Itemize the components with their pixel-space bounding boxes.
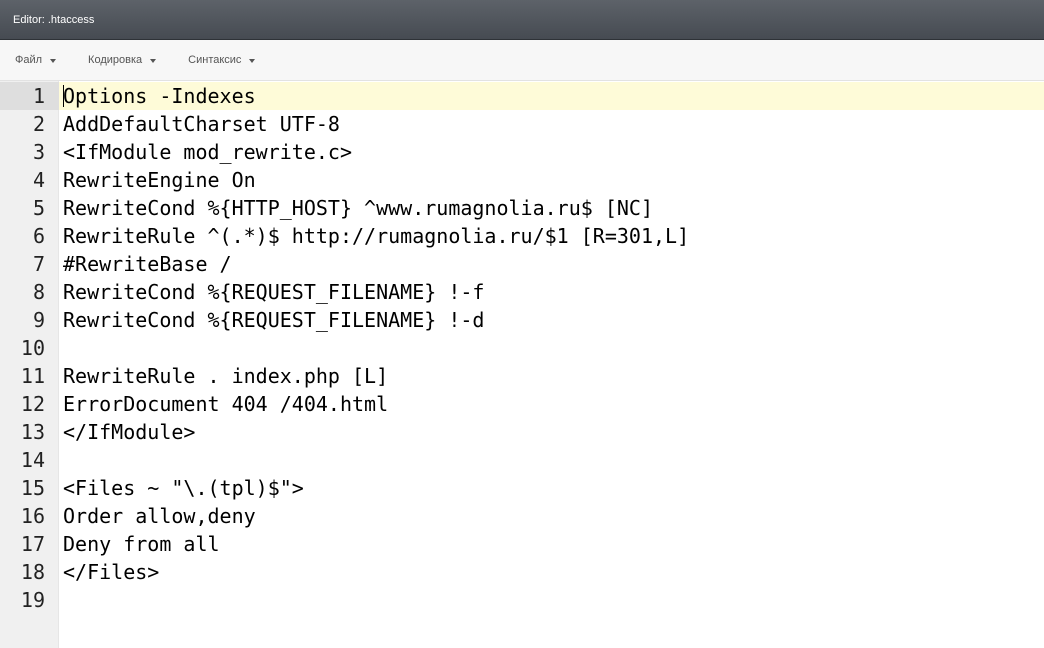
menu-encoding[interactable]: Кодировка xyxy=(88,54,157,66)
line-number: 11 xyxy=(20,364,45,388)
line-number: 19 xyxy=(20,588,45,612)
code-line[interactable]: 8 RewriteCond %{REQUEST_FILENAME} !-f xyxy=(0,278,1044,306)
line-content[interactable]: #RewriteBase / xyxy=(59,250,1044,278)
line-number: 9 xyxy=(32,308,45,332)
line-number: 5 xyxy=(32,196,45,220)
code-line[interactable]: 11 RewriteRule . index.php [L] xyxy=(0,362,1044,390)
line-text: </Files> xyxy=(63,560,160,584)
code-line[interactable]: 10 xyxy=(0,334,1044,362)
line-content[interactable]: RewriteCond %{REQUEST_FILENAME} !-f xyxy=(59,278,1044,306)
line-number: 18 xyxy=(20,560,45,584)
line-text: Order allow,deny xyxy=(63,504,256,528)
line-content[interactable]: </IfModule> xyxy=(59,418,1044,446)
line-number: 4 xyxy=(32,168,45,192)
code-line[interactable]: 9 RewriteCond %{REQUEST_FILENAME} !-d xyxy=(0,306,1044,334)
line-text: #RewriteBase / xyxy=(63,252,232,276)
menu-syntax[interactable]: Синтаксис xyxy=(188,54,256,66)
code-line[interactable]: 1 Options -Indexes xyxy=(0,82,1044,110)
line-content[interactable] xyxy=(59,334,1044,362)
text-cursor xyxy=(63,85,64,107)
code-line[interactable]: 7 #RewriteBase / xyxy=(0,250,1044,278)
caret-down-icon xyxy=(150,58,157,63)
line-number: 16 xyxy=(20,504,45,528)
code-line[interactable]: 17 Deny from all xyxy=(0,530,1044,558)
line-text: <IfModule mod_rewrite.c> xyxy=(63,140,352,164)
line-content[interactable] xyxy=(59,586,1044,614)
code-lines[interactable]: 1 Options -Indexes 2 AddDefaultCharset UTF-… xyxy=(0,82,1044,614)
line-content[interactable]: RewriteCond %{HTTP_HOST} ^www.rumagnolia… xyxy=(59,194,1044,222)
line-content[interactable]: <Files ~ "\.(tpl)$"> xyxy=(59,474,1044,502)
line-content[interactable]: Options -Indexes xyxy=(59,82,1044,110)
menu-encoding-label: Кодировка xyxy=(88,54,143,66)
line-number: 13 xyxy=(20,420,45,444)
line-number: 15 xyxy=(20,476,45,500)
line-content[interactable]: <IfModule mod_rewrite.c> xyxy=(59,138,1044,166)
line-number: 2 xyxy=(32,112,45,136)
caret-down-icon xyxy=(249,58,256,63)
code-line[interactable]: 13 </IfModule> xyxy=(0,418,1044,446)
code-line[interactable]: 14 xyxy=(0,446,1044,474)
line-number: 7 xyxy=(32,252,45,276)
menu-syntax-label: Синтаксис xyxy=(188,54,242,66)
line-number: 8 xyxy=(32,280,45,304)
line-content[interactable]: RewriteRule . index.php [L] xyxy=(59,362,1044,390)
code-line[interactable]: 3 <IfModule mod_rewrite.c> xyxy=(0,138,1044,166)
line-content[interactable]: RewriteRule ^(.*)$ http://rumagnolia.ru/… xyxy=(59,222,1044,250)
code-line[interactable]: 16 Order allow,deny xyxy=(0,502,1044,530)
line-text: RewriteCond %{REQUEST_FILENAME} !-f xyxy=(63,280,485,304)
line-number: 3 xyxy=(32,140,45,164)
line-content[interactable] xyxy=(59,446,1044,474)
line-number: 6 xyxy=(32,224,45,248)
code-line[interactable]: 18 </Files> xyxy=(0,558,1044,586)
code-line[interactable]: 5 RewriteCond %{HTTP_HOST} ^www.rumagnoli… xyxy=(0,194,1044,222)
menu-file-label: Файл xyxy=(15,54,43,66)
caret-down-icon xyxy=(50,58,57,63)
line-text: Options -Indexes xyxy=(63,84,256,108)
line-content[interactable]: Order allow,deny xyxy=(59,502,1044,530)
line-text: Deny from all xyxy=(63,532,220,556)
menu-file[interactable]: Файл xyxy=(15,54,57,66)
menu-bar: Файл Кодировка Синтаксис xyxy=(0,40,1044,81)
code-line[interactable]: 12 ErrorDocument 404 /404.html xyxy=(0,390,1044,418)
line-content[interactable]: Deny from all xyxy=(59,530,1044,558)
line-number: 1 xyxy=(0,82,59,110)
line-number: 12 xyxy=(20,392,45,416)
line-text: <Files ~ "\.(tpl)$"> xyxy=(63,476,304,500)
line-text: RewriteCond %{HTTP_HOST} ^www.rumagnolia… xyxy=(63,196,654,220)
window-title: Editor: .htaccess xyxy=(13,13,95,26)
code-line[interactable]: 6 RewriteRule ^(.*)$ http://rumagnolia.ru… xyxy=(0,222,1044,250)
line-content[interactable]: RewriteCond %{REQUEST_FILENAME} !-d xyxy=(59,306,1044,334)
line-number: 10 xyxy=(20,336,45,360)
line-content[interactable]: </Files> xyxy=(59,558,1044,586)
line-text: AddDefaultCharset UTF-8 xyxy=(63,112,340,136)
line-number: 14 xyxy=(20,448,45,472)
line-text: </IfModule> xyxy=(63,420,196,444)
code-line[interactable]: 2 AddDefaultCharset UTF-8 xyxy=(0,110,1044,138)
line-text: ErrorDocument 404 /404.html xyxy=(63,392,389,416)
code-line[interactable]: 15 <Files ~ "\.(tpl)$"> xyxy=(0,474,1044,502)
title-bar: Editor: .htaccess xyxy=(0,0,1044,40)
line-content[interactable]: RewriteEngine On xyxy=(59,166,1044,194)
code-editor[interactable]: 1 Options -Indexes 2 AddDefaultCharset UTF-… xyxy=(0,81,1044,648)
line-text: RewriteRule ^(.*)$ http://rumagnolia.ru/… xyxy=(63,224,690,248)
line-text: RewriteRule . index.php [L] xyxy=(63,364,389,388)
line-content[interactable]: ErrorDocument 404 /404.html xyxy=(59,390,1044,418)
code-line[interactable]: 19 xyxy=(0,586,1044,614)
line-text: RewriteCond %{REQUEST_FILENAME} !-d xyxy=(63,308,485,332)
line-number: 17 xyxy=(20,532,45,556)
line-content[interactable]: AddDefaultCharset UTF-8 xyxy=(59,110,1044,138)
code-line[interactable]: 4 RewriteEngine On xyxy=(0,166,1044,194)
line-text: RewriteEngine On xyxy=(63,168,256,192)
